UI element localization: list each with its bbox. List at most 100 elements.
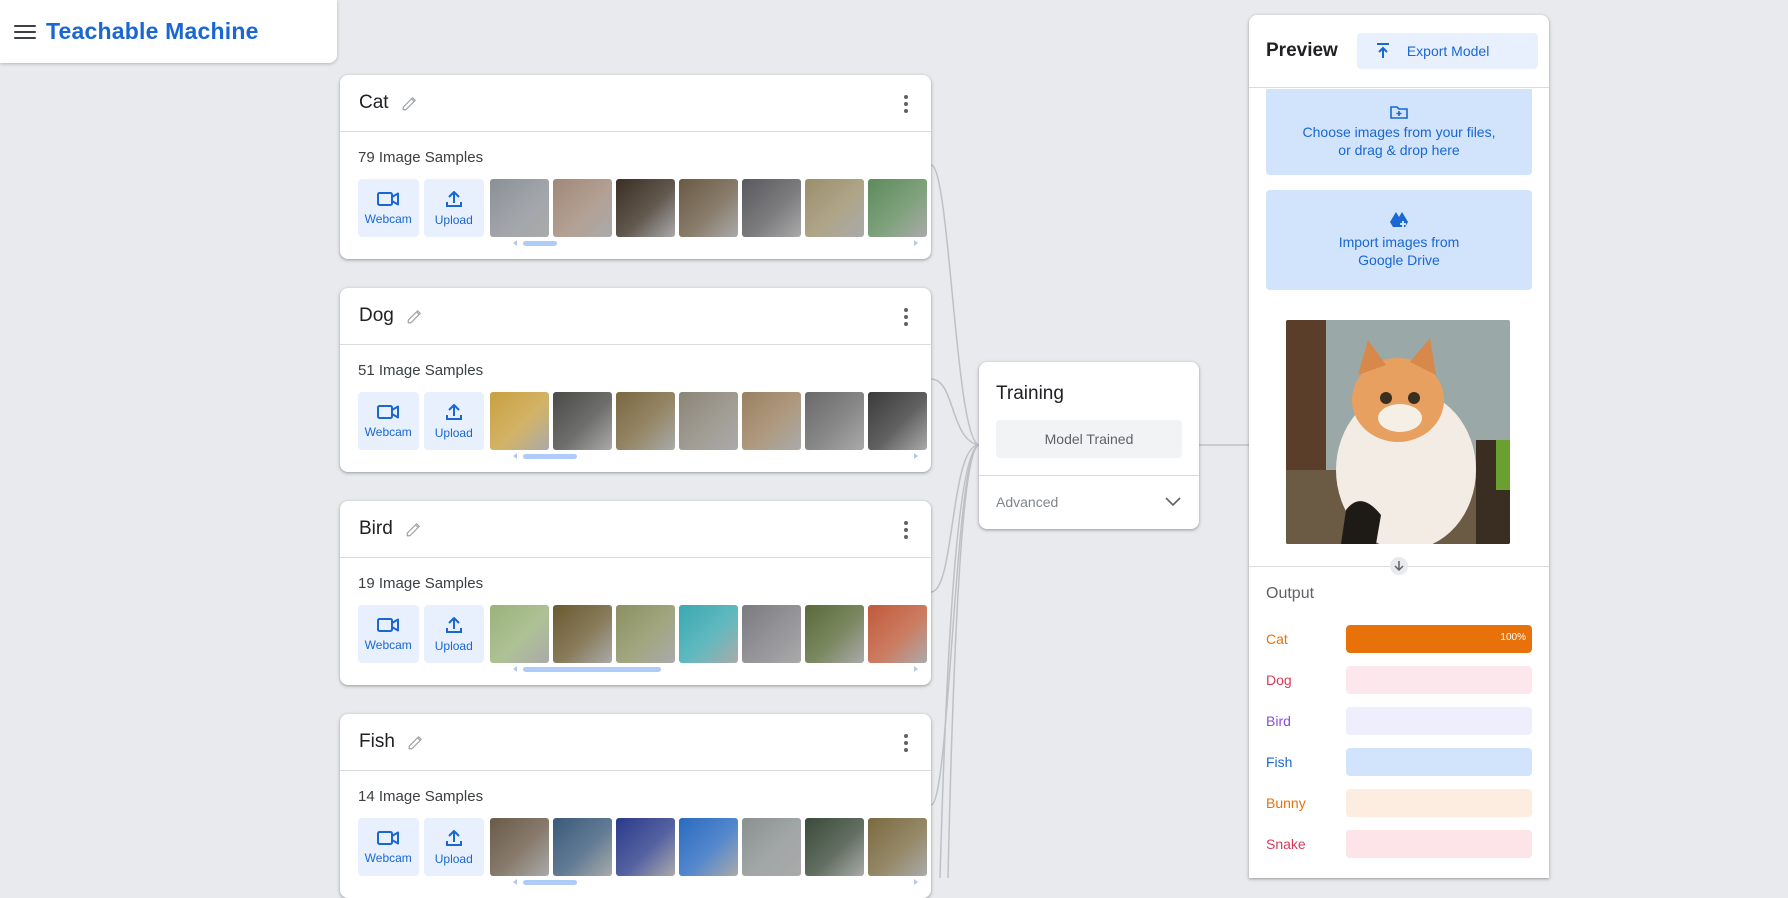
confidence-bar xyxy=(1346,707,1532,735)
sample-thumbnail[interactable] xyxy=(490,605,549,663)
class-name[interactable]: Bird xyxy=(359,518,393,540)
thumbnail-scrollbar[interactable] xyxy=(513,453,918,460)
sample-row: Webcam Upload xyxy=(340,392,931,459)
sample-thumbnail[interactable] xyxy=(805,818,864,876)
webcam-button[interactable]: Webcam xyxy=(358,392,419,450)
sample-thumbnail[interactable] xyxy=(616,605,675,663)
pencil-edit-icon[interactable] xyxy=(406,307,424,325)
upload-label: Upload xyxy=(434,212,473,227)
folder-add-icon xyxy=(1390,106,1408,119)
sample-thumbnail[interactable] xyxy=(553,392,612,450)
sample-thumbnail[interactable] xyxy=(805,605,864,663)
scroll-right-arrow-icon[interactable] xyxy=(914,879,918,885)
webcam-button[interactable]: Webcam xyxy=(358,179,419,237)
sample-thumbnail[interactable] xyxy=(490,179,549,237)
sample-thumbnail[interactable] xyxy=(679,179,738,237)
google-drive-import[interactable]: Import images from Google Drive xyxy=(1266,190,1532,290)
sample-thumbnails xyxy=(490,179,931,237)
training-card: Training Model Trained Advanced xyxy=(979,362,1199,529)
class-card-bird: Bird 19 Image Samples Webcam Upload xyxy=(340,501,931,685)
sample-row: Webcam Upload xyxy=(340,818,931,885)
upload-button[interactable]: Upload xyxy=(423,818,484,876)
thumbnail-scrollbar[interactable] xyxy=(513,240,918,247)
webcam-button[interactable]: Webcam xyxy=(358,605,419,663)
sample-thumbnail[interactable] xyxy=(868,818,927,876)
sample-thumbnail[interactable] xyxy=(742,818,801,876)
sample-thumbnail[interactable] xyxy=(868,392,927,450)
sample-thumbnail[interactable] xyxy=(679,605,738,663)
sample-count: 51 Image Samples xyxy=(358,362,484,379)
scroll-right-arrow-icon[interactable] xyxy=(914,453,918,459)
sample-thumbnail[interactable] xyxy=(553,605,612,663)
confidence-percent: 100% xyxy=(1500,632,1526,643)
file-drop-zone[interactable]: Choose images from your files, or drag &… xyxy=(1266,89,1532,175)
app-title[interactable]: Teachable Machine xyxy=(46,18,259,45)
output-title: Output xyxy=(1266,585,1315,602)
scroll-right-arrow-icon[interactable] xyxy=(914,240,918,246)
webcam-button[interactable]: Webcam xyxy=(358,818,419,876)
arrow-down-icon[interactable] xyxy=(1390,557,1408,575)
sample-thumbnail[interactable] xyxy=(805,179,864,237)
sample-thumbnail[interactable] xyxy=(553,818,612,876)
sample-thumbnail[interactable] xyxy=(742,179,801,237)
class-name[interactable]: Cat xyxy=(359,92,389,114)
drive-text-1: Import images from xyxy=(1338,234,1460,250)
sample-thumbnail[interactable] xyxy=(553,179,612,237)
upload-button[interactable]: Upload xyxy=(423,179,484,237)
more-options-icon[interactable] xyxy=(903,308,909,326)
pencil-edit-icon[interactable] xyxy=(401,94,419,112)
upload-button[interactable]: Upload xyxy=(423,605,484,663)
confidence-bar: 100% xyxy=(1346,625,1532,653)
preview-title: Preview xyxy=(1266,40,1338,61)
scroll-left-arrow-icon[interactable] xyxy=(513,240,517,246)
class-card-dog: Dog 51 Image Samples Webcam Upload xyxy=(340,288,931,472)
more-options-icon[interactable] xyxy=(903,95,909,113)
advanced-toggle[interactable]: Advanced xyxy=(979,476,1199,528)
pencil-edit-icon[interactable] xyxy=(405,520,423,538)
webcam-label: Webcam xyxy=(364,211,412,226)
sample-thumbnail[interactable] xyxy=(868,605,927,663)
more-options-icon[interactable] xyxy=(903,521,909,539)
sample-thumbnail[interactable] xyxy=(616,179,675,237)
scrollbar-thumb[interactable] xyxy=(523,454,577,459)
preview-panel: Preview Export Model Choose images from … xyxy=(1249,15,1549,878)
sample-thumbnail[interactable] xyxy=(868,179,927,237)
sample-thumbnail[interactable] xyxy=(616,818,675,876)
scroll-left-arrow-icon[interactable] xyxy=(513,879,517,885)
thumbnail-scrollbar[interactable] xyxy=(513,666,918,673)
video-camera-icon xyxy=(377,404,400,419)
sample-thumbnail[interactable] xyxy=(490,818,549,876)
scroll-right-arrow-icon[interactable] xyxy=(914,666,918,672)
train-model-button[interactable]: Model Trained xyxy=(996,420,1182,458)
sample-thumbnail[interactable] xyxy=(805,392,864,450)
sample-thumbnail[interactable] xyxy=(742,392,801,450)
class-name[interactable]: Dog xyxy=(359,305,394,327)
output-row-dog: Dog xyxy=(1266,666,1532,694)
output-row-snake: Snake xyxy=(1266,830,1532,858)
scroll-left-arrow-icon[interactable] xyxy=(513,666,517,672)
sample-thumbnails xyxy=(490,818,931,876)
hamburger-menu-icon[interactable] xyxy=(14,23,36,41)
scrollbar-thumb[interactable] xyxy=(523,667,661,672)
sample-thumbnail[interactable] xyxy=(742,605,801,663)
more-options-icon[interactable] xyxy=(903,734,909,752)
thumbnail-scrollbar[interactable] xyxy=(513,879,918,886)
sample-thumbnail[interactable] xyxy=(490,392,549,450)
scroll-left-arrow-icon[interactable] xyxy=(513,453,517,459)
output-label: Dog xyxy=(1266,672,1292,688)
pencil-edit-icon[interactable] xyxy=(407,733,425,751)
preview-header: Preview Export Model xyxy=(1249,15,1549,88)
output-label: Cat xyxy=(1266,631,1288,647)
sample-thumbnail[interactable] xyxy=(616,392,675,450)
class-name[interactable]: Fish xyxy=(359,731,395,753)
scrollbar-thumb[interactable] xyxy=(523,241,557,246)
sample-thumbnail[interactable] xyxy=(679,818,738,876)
sample-thumbnail[interactable] xyxy=(679,392,738,450)
output-row-bunny: Bunny xyxy=(1266,789,1532,817)
upload-icon xyxy=(445,616,462,633)
output-row-cat: Cat 100% xyxy=(1266,625,1532,653)
upload-button[interactable]: Upload xyxy=(423,392,484,450)
output-label: Fish xyxy=(1266,754,1293,770)
scrollbar-thumb[interactable] xyxy=(523,880,577,885)
export-model-button[interactable]: Export Model xyxy=(1356,33,1538,69)
